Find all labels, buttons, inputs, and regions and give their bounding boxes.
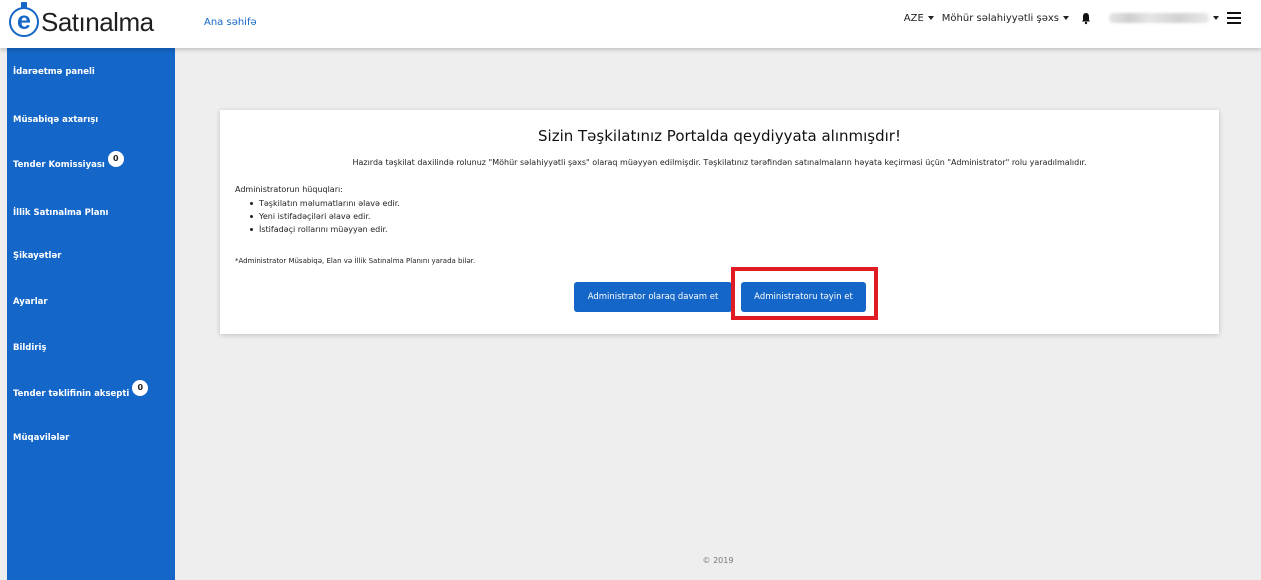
continue-as-admin-button[interactable]: Administrator olaraq davam et xyxy=(574,282,732,312)
sidebar-item-label: Müqavilələr xyxy=(13,433,70,443)
sidebar-item-label: İllik Satınalma Planı xyxy=(13,208,109,218)
list-item: Təşkilatın məlumatlarını əlavə edir. xyxy=(235,197,400,210)
logo[interactable]: e Satınalma xyxy=(9,2,154,39)
chevron-down-icon xyxy=(927,16,934,20)
role-description: Hazırda təşkilat daxilində rolunuz "Möhü… xyxy=(352,158,1087,167)
role-label: Möhür səlahiyyətli şəxs xyxy=(941,12,1059,24)
sidebar-item-tender-acceptance[interactable]: Tender təklifinin aksepti 0 xyxy=(7,380,175,408)
sidebar-item-notifications[interactable]: Bildiriş xyxy=(7,334,175,362)
admin-rights: Administratorun hüquqları: Təşkilatın mə… xyxy=(235,185,400,236)
footer-copyright: © 2019 xyxy=(702,556,734,565)
registration-card: Sizin Təşkilatınız Portalda qeydiyyata a… xyxy=(220,110,1219,334)
bell-icon[interactable] xyxy=(1079,11,1093,25)
sidebar-item-dashboard[interactable]: İdarəetmə paneli xyxy=(7,58,175,86)
sidebar-item-label: Müsabiqə axtarışı xyxy=(13,115,99,125)
sidebar-item-label: Ayarlar xyxy=(13,297,48,307)
sidebar-item-competition-search[interactable]: Müsabiqə axtarışı xyxy=(7,106,175,134)
sidebar-item-label: Şikayətlər xyxy=(13,251,62,261)
assign-admin-button[interactable]: Administratoru təyin et xyxy=(741,282,866,312)
sidebar-item-label: Bildiriş xyxy=(13,343,47,353)
hamburger-menu-icon[interactable] xyxy=(1227,12,1241,24)
home-link[interactable]: Ana səhifə xyxy=(204,17,257,28)
chevron-down-icon xyxy=(1213,16,1219,20)
list-item: Yeni istifadəçiləri əlavə edir. xyxy=(235,210,400,223)
sidebar-item-label: Tender Komissiyası xyxy=(13,160,105,170)
top-header: e Satınalma Ana səhifə AZE Möhür səlahiy… xyxy=(0,0,1261,48)
count-badge: 0 xyxy=(107,151,124,167)
header-right: AZE Möhür səlahiyyətli şəxs xyxy=(896,11,1241,25)
sidebar: İdarəetmə paneli Müsabiqə axtarışı Tende… xyxy=(7,48,175,580)
count-badge: 0 xyxy=(132,380,149,396)
chevron-down-icon xyxy=(1063,16,1069,20)
rights-list: Təşkilatın məlumatlarını əlavə edir. Yen… xyxy=(235,197,400,236)
logo-text: Satınalma xyxy=(41,6,154,37)
logo-e-icon: e xyxy=(9,2,39,37)
rights-heading: Administratorun hüquqları: xyxy=(235,185,343,194)
language-dropdown[interactable]: AZE xyxy=(904,13,934,24)
sidebar-item-tender-commission[interactable]: Tender Komissiyası 0 xyxy=(7,151,175,179)
admin-note: *Administrator Müsabiqə, Elan və İllik S… xyxy=(235,257,476,265)
sidebar-item-complaints[interactable]: Şikayətlər xyxy=(7,242,175,270)
user-dropdown[interactable] xyxy=(1101,13,1219,23)
sidebar-item-contracts[interactable]: Müqavilələr xyxy=(7,424,175,452)
page-title: Sizin Təşkilatınız Portalda qeydiyyata a… xyxy=(538,127,901,145)
sidebar-item-label: İdarəetmə paneli xyxy=(13,67,95,77)
sidebar-item-annual-plan[interactable]: İllik Satınalma Planı xyxy=(7,199,175,227)
user-name-redacted xyxy=(1109,13,1209,23)
language-label: AZE xyxy=(903,12,924,24)
sidebar-item-label: Tender təklifinin aksepti xyxy=(13,389,130,399)
sidebar-item-settings[interactable]: Ayarlar xyxy=(7,288,175,316)
role-dropdown[interactable]: Möhür səlahiyyətli şəxs xyxy=(942,13,1069,24)
list-item: İstifadəçi rollarını müəyyən edir. xyxy=(235,223,400,236)
